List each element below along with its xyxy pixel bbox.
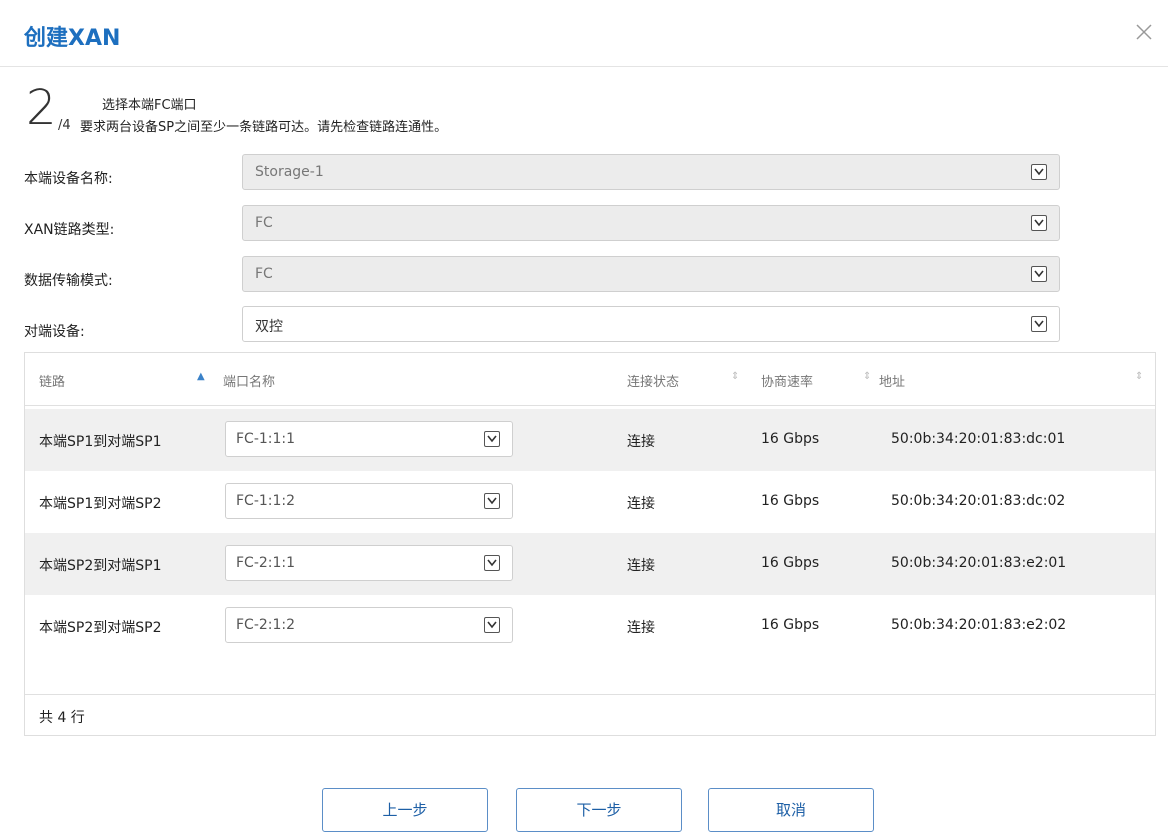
table-footer: 共 4 行 <box>25 694 1155 735</box>
table-row: 本端SP1到对端SP2 FC-1:1:2 连接 16 Gbps 50:0b:34… <box>25 471 1155 533</box>
sort-icon[interactable]: ⇕ <box>731 371 739 382</box>
form-label-xan-link-type: XAN链路类型: <box>24 222 115 238</box>
column-header-link[interactable]: 链路 <box>39 371 65 390</box>
close-icon[interactable] <box>1134 22 1154 42</box>
column-header-port[interactable]: 端口名称 <box>223 371 275 390</box>
transfer-mode-value: FC <box>255 266 273 282</box>
table-row: 本端SP2到对端SP2 FC-2:1:2 连接 16 Gbps 50:0b:34… <box>25 595 1155 657</box>
port-value: FC-1:1:1 <box>236 431 296 447</box>
table-header: 链路 ▲ 端口名称 连接状态 ⇕ 协商速率 ⇕ 地址 ⇕ <box>25 353 1155 406</box>
cell-status: 连接 <box>627 620 655 636</box>
cell-status: 连接 <box>627 434 655 450</box>
port-select[interactable]: FC-1:1:2 <box>225 483 513 519</box>
form-label-local-device: 本端设备名称: <box>24 171 113 187</box>
port-select[interactable]: FC-2:1:1 <box>225 545 513 581</box>
column-header-rate[interactable]: 协商速率 <box>761 371 813 390</box>
chevron-down-icon <box>1031 164 1047 180</box>
step-description: 要求两台设备SP之间至少一条链路可达。请先检查链路连通性。 <box>80 120 448 135</box>
sort-asc-icon[interactable]: ▲ <box>197 371 205 382</box>
peer-device-select[interactable]: 双控 <box>242 306 1060 342</box>
cell-address: 50:0b:34:20:01:83:dc:01 <box>891 431 1066 447</box>
chevron-down-icon[interactable] <box>484 493 500 509</box>
form-label-peer-device: 对端设备: <box>24 324 85 340</box>
table-row: 本端SP2到对端SP1 FC-2:1:1 连接 16 Gbps 50:0b:34… <box>25 533 1155 595</box>
cell-rate: 16 Gbps <box>761 493 820 509</box>
chevron-down-icon[interactable] <box>484 617 500 633</box>
dialog-header: 创建XAN <box>0 0 1168 67</box>
cell-rate: 16 Gbps <box>761 431 820 447</box>
local-device-value: Storage-1 <box>255 164 324 180</box>
port-select[interactable]: FC-2:1:2 <box>225 607 513 643</box>
port-value: FC-2:1:1 <box>236 555 296 571</box>
link-table: 链路 ▲ 端口名称 连接状态 ⇕ 协商速率 ⇕ 地址 ⇕ 本端SP1到对端SP1… <box>24 352 1156 736</box>
cell-link: 本端SP1到对端SP1 <box>39 434 162 450</box>
transfer-mode-select: FC <box>242 256 1060 292</box>
cell-status: 连接 <box>627 496 655 512</box>
chevron-down-icon[interactable] <box>484 555 500 571</box>
port-select[interactable]: FC-1:1:1 <box>225 421 513 457</box>
cell-link: 本端SP1到对端SP2 <box>39 496 162 512</box>
port-value: FC-1:1:2 <box>236 493 296 509</box>
step-number: 2 <box>26 80 57 136</box>
chevron-down-icon[interactable] <box>1031 316 1047 332</box>
step-title: 选择本端FC端口 <box>102 98 197 113</box>
xan-link-type-select: FC <box>242 205 1060 241</box>
cell-link: 本端SP2到对端SP1 <box>39 558 162 574</box>
next-button[interactable]: 下一步 <box>516 788 682 832</box>
column-header-address[interactable]: 地址 <box>879 371 905 390</box>
dialog-title: 创建XAN <box>24 26 121 51</box>
step-total: /4 <box>58 118 71 133</box>
chevron-down-icon <box>1031 215 1047 231</box>
port-value: FC-2:1:2 <box>236 617 296 633</box>
cell-address: 50:0b:34:20:01:83:e2:02 <box>891 617 1067 633</box>
cell-address: 50:0b:34:20:01:83:e2:01 <box>891 555 1067 571</box>
chevron-down-icon <box>1031 266 1047 282</box>
cell-link: 本端SP2到对端SP2 <box>39 620 162 636</box>
form-label-transfer-mode: 数据传输模式: <box>24 273 113 289</box>
cell-rate: 16 Gbps <box>761 617 820 633</box>
peer-device-value: 双控 <box>255 319 283 335</box>
chevron-down-icon[interactable] <box>484 431 500 447</box>
cell-address: 50:0b:34:20:01:83:dc:02 <box>891 493 1066 509</box>
sort-icon[interactable]: ⇕ <box>1135 371 1143 382</box>
row-count: 共 4 行 <box>39 710 85 726</box>
cancel-button[interactable]: 取消 <box>708 788 874 832</box>
column-header-status[interactable]: 连接状态 <box>627 371 679 390</box>
table-row: 本端SP1到对端SP1 FC-1:1:1 连接 16 Gbps 50:0b:34… <box>25 409 1155 471</box>
xan-link-type-value: FC <box>255 215 273 231</box>
sort-icon[interactable]: ⇕ <box>863 371 871 382</box>
cell-status: 连接 <box>627 558 655 574</box>
cell-rate: 16 Gbps <box>761 555 820 571</box>
local-device-select: Storage-1 <box>242 154 1060 190</box>
prev-button[interactable]: 上一步 <box>322 788 488 832</box>
